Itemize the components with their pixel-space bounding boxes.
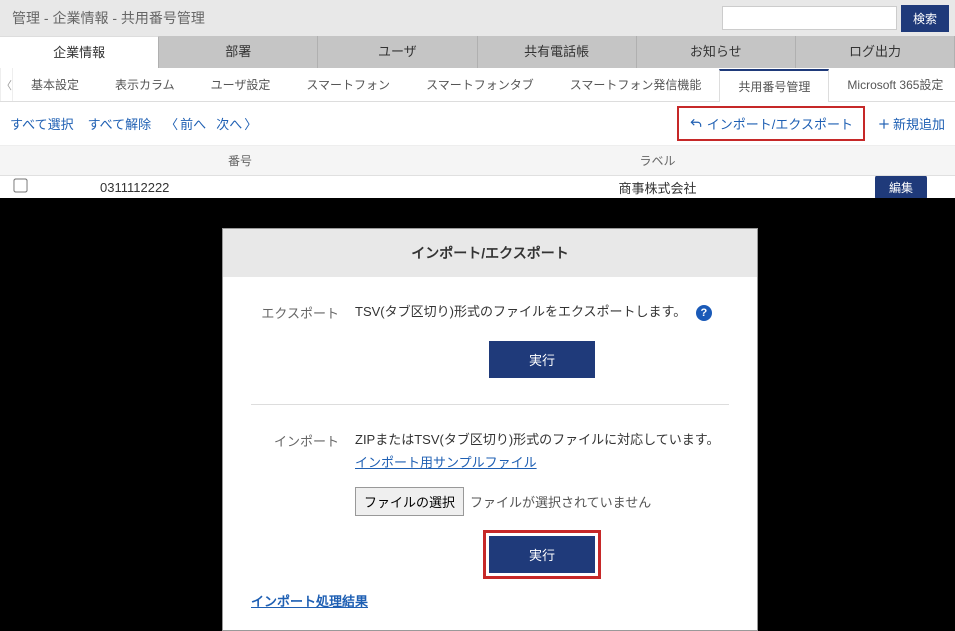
import-export-modal: インポート/エクスポート エクスポート TSV(タブ区切り)形式のファイルをエク… [222,228,758,631]
file-status: ファイルが選択されていません [470,492,651,511]
deselect-all-link[interactable]: すべて解除 [88,114,152,133]
file-select-button[interactable]: ファイルの選択 [355,487,464,516]
column-label: ラベル [440,152,875,169]
export-execute-button[interactable]: 実行 [489,341,595,378]
subtab-ms365[interactable]: Microsoft 365設定 [829,68,955,101]
add-new-link[interactable]: 新規追加 [877,114,945,133]
select-all-link[interactable]: すべて選択 [10,114,74,133]
subtab-smartphone[interactable]: スマートフォン [288,68,408,101]
column-number: 番号 [40,152,440,169]
export-description: TSV(タブ区切り)形式のファイルをエクスポートします。 [355,304,686,319]
subtab-smartphone-tab[interactable]: スマートフォンタブ [408,68,552,101]
tab-shared-phonebook[interactable]: 共有電話帳 [478,36,637,68]
top-header: 管理 - 企業情報 - 共用番号管理 検索 [0,0,955,36]
table-row: 0311112222 商事株式会社 編集 [0,176,955,198]
tab-notice[interactable]: お知らせ [637,36,796,68]
modal-title: インポート/エクスポート [223,229,757,277]
prev-page-link[interactable]: 〈 前へ [165,114,206,133]
import-result-link[interactable]: インポート処理結果 [251,591,368,610]
divider [251,404,729,405]
sample-file-link[interactable]: インポート用サンプルファイル [355,452,537,471]
next-page-link[interactable]: 次へ 〉 [216,114,257,133]
row-checkbox[interactable] [13,178,27,192]
table-header: 番号 ラベル [0,146,955,176]
subtab-display-columns[interactable]: 表示カラム [97,68,193,101]
prev-label: 前へ [180,114,206,133]
subtab-basic-settings[interactable]: 基本設定 [13,68,97,101]
subtab-user-settings[interactable]: ユーザ設定 [193,68,289,101]
import-export-button[interactable]: インポート/エクスポート [677,106,865,141]
subtab-smartphone-call[interactable]: スマートフォン発信機能 [552,68,720,101]
scroll-left-icon[interactable]: 〈 [0,68,13,101]
sub-tabs: 〈 基本設定 表示カラム ユーザ設定 スマートフォン スマートフォンタブ スマー… [0,68,955,102]
action-bar: すべて選択 すべて解除 〈 前へ 次へ 〉 インポート/エクスポート 新規追加 [0,102,955,146]
row-label: 商事株式会社 [440,178,875,197]
reply-arrow-icon [689,117,703,131]
import-description: ZIPまたはTSV(タブ区切り)形式のファイルに対応しています。 [355,432,719,447]
next-label: 次へ [216,114,242,133]
main-tabs: 企業情報 部署 ユーザ 共有電話帳 お知らせ ログ出力 [0,36,955,68]
search-button[interactable]: 検索 [901,5,949,32]
tab-log-output[interactable]: ログ出力 [796,36,955,68]
breadcrumb: 管理 - 企業情報 - 共用番号管理 [0,8,716,28]
help-icon[interactable]: ? [696,305,712,321]
edit-button[interactable]: 編集 [875,176,927,198]
add-new-label: 新規追加 [893,114,945,133]
import-execute-button[interactable]: 実行 [489,536,595,573]
plus-icon [877,117,891,131]
export-label: エクスポート [251,301,339,378]
row-number: 0311112222 [40,180,440,195]
tab-user[interactable]: ユーザ [318,36,477,68]
tab-company-info[interactable]: 企業情報 [0,36,159,68]
tab-department[interactable]: 部署 [159,36,318,68]
import-label: インポート [251,429,339,573]
import-export-label: インポート/エクスポート [707,114,853,133]
subtab-shared-number[interactable]: 共用番号管理 [719,69,829,102]
search-input[interactable] [722,6,897,30]
